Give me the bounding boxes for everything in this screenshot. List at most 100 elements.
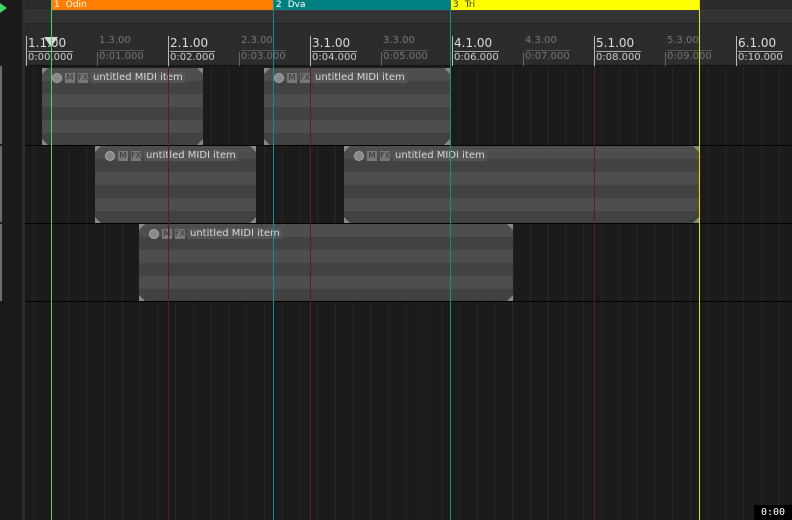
grid-line [168, 66, 169, 520]
midi-item[interactable]: M FX untitled MIDI item [42, 68, 203, 145]
ruler-time-label: 0:03.000 [241, 50, 286, 62]
ruler-major-tick [26, 36, 27, 66]
marker-lane[interactable] [25, 10, 792, 24]
item-fx-button[interactable]: FX [300, 72, 310, 83]
ruler-time-label: 0:09.000 [667, 50, 712, 62]
ruler-minor-tick [239, 52, 240, 66]
item-label: untitled MIDI item [144, 150, 238, 161]
item-corner[interactable] [95, 217, 101, 223]
midi-item[interactable]: M FX untitled MIDI item [264, 68, 450, 145]
region-3[interactable]: 3 Tri [450, 0, 699, 10]
ruler-bar-label: 6.1.00 [738, 36, 777, 50]
ruler-minor-tick [523, 52, 524, 66]
item-corner[interactable] [139, 224, 145, 230]
item-corner[interactable] [250, 217, 256, 223]
ruler-major-tick [594, 36, 595, 66]
ruler-bar-label: 3.1.00 [312, 36, 351, 50]
track-separator[interactable] [25, 301, 792, 302]
ruler-bar-label: 4.1.00 [454, 36, 493, 50]
item-corner[interactable] [264, 68, 270, 74]
track-1-edge[interactable] [0, 66, 2, 144]
item-take-icon[interactable] [105, 150, 115, 161]
arrange-view[interactable]: M FX untitled MIDI item M FX untitled MI… [25, 66, 792, 520]
region-3-name: Tri [464, 0, 476, 10]
item-take-icon[interactable] [274, 72, 284, 83]
item-corner[interactable] [507, 224, 513, 230]
item-corner[interactable] [42, 68, 48, 74]
ruler-major-tick [736, 36, 737, 66]
region-lane[interactable]: 1 Odin 2 Dva 3 Tri [25, 0, 792, 10]
item-corner[interactable] [344, 217, 350, 223]
item-mute-button[interactable]: M [287, 72, 297, 83]
item-header: M FX untitled MIDI item [52, 71, 185, 84]
midi-item[interactable]: M FX untitled MIDI item [95, 146, 256, 223]
item-fx-button[interactable]: FX [380, 150, 390, 161]
item-label: untitled MIDI item [91, 72, 185, 83]
ruler-time-label: 0:02.000 [170, 51, 215, 63]
ruler-time-label: 0:04.000 [312, 51, 357, 63]
item-corner[interactable] [139, 295, 145, 301]
ruler-time-label: 0:01.000 [99, 50, 144, 62]
item-corner[interactable] [95, 146, 101, 152]
region-2-number: 2 [276, 0, 282, 10]
region-3-start-line [450, 0, 451, 520]
ruler-time-label: 0:06.000 [454, 51, 499, 63]
ruler-minor-tick [381, 52, 382, 66]
item-corner[interactable] [197, 68, 203, 74]
item-corner[interactable] [344, 146, 350, 152]
midi-item[interactable]: M FX untitled MIDI item [344, 146, 699, 223]
ruler-minor-tick [665, 52, 666, 66]
track-2-edge[interactable] [0, 146, 2, 222]
item-corner[interactable] [42, 139, 48, 145]
ruler-bar-label: 5.3.00 [667, 35, 699, 46]
item-header: M FX untitled MIDI item [105, 149, 238, 162]
track-panel-strip [0, 0, 22, 520]
timeline-ruler[interactable]: 1.1.00 0:00.000 2.1.00 0:02.000 3.1.00 0… [25, 24, 792, 66]
item-fx-button[interactable]: FX [175, 228, 185, 239]
region-1-number: 1 [54, 0, 60, 10]
region-2-name: Dva [287, 0, 306, 10]
ruler-minor-tick [97, 52, 98, 66]
item-mute-button[interactable]: M [162, 228, 172, 239]
item-label: untitled MIDI item [393, 150, 487, 161]
grid-line [310, 66, 311, 520]
ruler-bar-label: 2.3.00 [241, 35, 273, 46]
item-corner[interactable] [250, 146, 256, 152]
item-corner[interactable] [197, 139, 203, 145]
item-take-icon[interactable] [52, 72, 62, 83]
ruler-time-label: 0:10.000 [738, 51, 783, 63]
item-take-icon[interactable] [149, 228, 159, 239]
item-mute-button[interactable]: M [118, 150, 128, 161]
ruler-bar-label: 5.1.00 [596, 36, 635, 50]
item-label: untitled MIDI item [188, 228, 282, 239]
region-2-start-line [273, 0, 274, 520]
item-fx-button[interactable]: FX [78, 72, 88, 83]
time-readout: 0:00 [754, 505, 792, 520]
item-header: M FX untitled MIDI item [354, 149, 487, 162]
item-take-icon[interactable] [354, 150, 364, 161]
play-arrow-icon[interactable] [0, 3, 7, 13]
ruler-bar-label: 3.3.00 [383, 35, 415, 46]
ruler-time-label: 0:08.000 [596, 51, 641, 63]
item-label: untitled MIDI item [313, 72, 407, 83]
edit-cursor-line[interactable] [51, 0, 52, 520]
item-mute-button[interactable]: M [367, 150, 377, 161]
region-1[interactable]: 1 Odin [51, 0, 273, 10]
midi-item[interactable]: M FX untitled MIDI item [139, 224, 513, 301]
item-fx-button[interactable]: FX [131, 150, 141, 161]
item-corner[interactable] [264, 139, 270, 145]
ruler-bar-label: 4.3.00 [525, 35, 557, 46]
region-1-name: Odin [65, 0, 87, 10]
item-header: M FX untitled MIDI item [274, 71, 407, 84]
ruler-major-tick [168, 36, 169, 66]
ruler-major-tick [452, 36, 453, 66]
item-corner[interactable] [507, 295, 513, 301]
ruler-bar-label: 1.3.00 [99, 35, 131, 46]
ruler-time-label: 0:05.000 [383, 50, 428, 62]
item-mute-button[interactable]: M [65, 72, 75, 83]
region-3-end-line [699, 0, 700, 520]
region-2[interactable]: 2 Dva [273, 0, 450, 10]
region-3-number: 3 [453, 0, 459, 10]
ruler-time-label: 0:07.000 [525, 50, 570, 62]
track-3-edge[interactable] [0, 224, 2, 301]
